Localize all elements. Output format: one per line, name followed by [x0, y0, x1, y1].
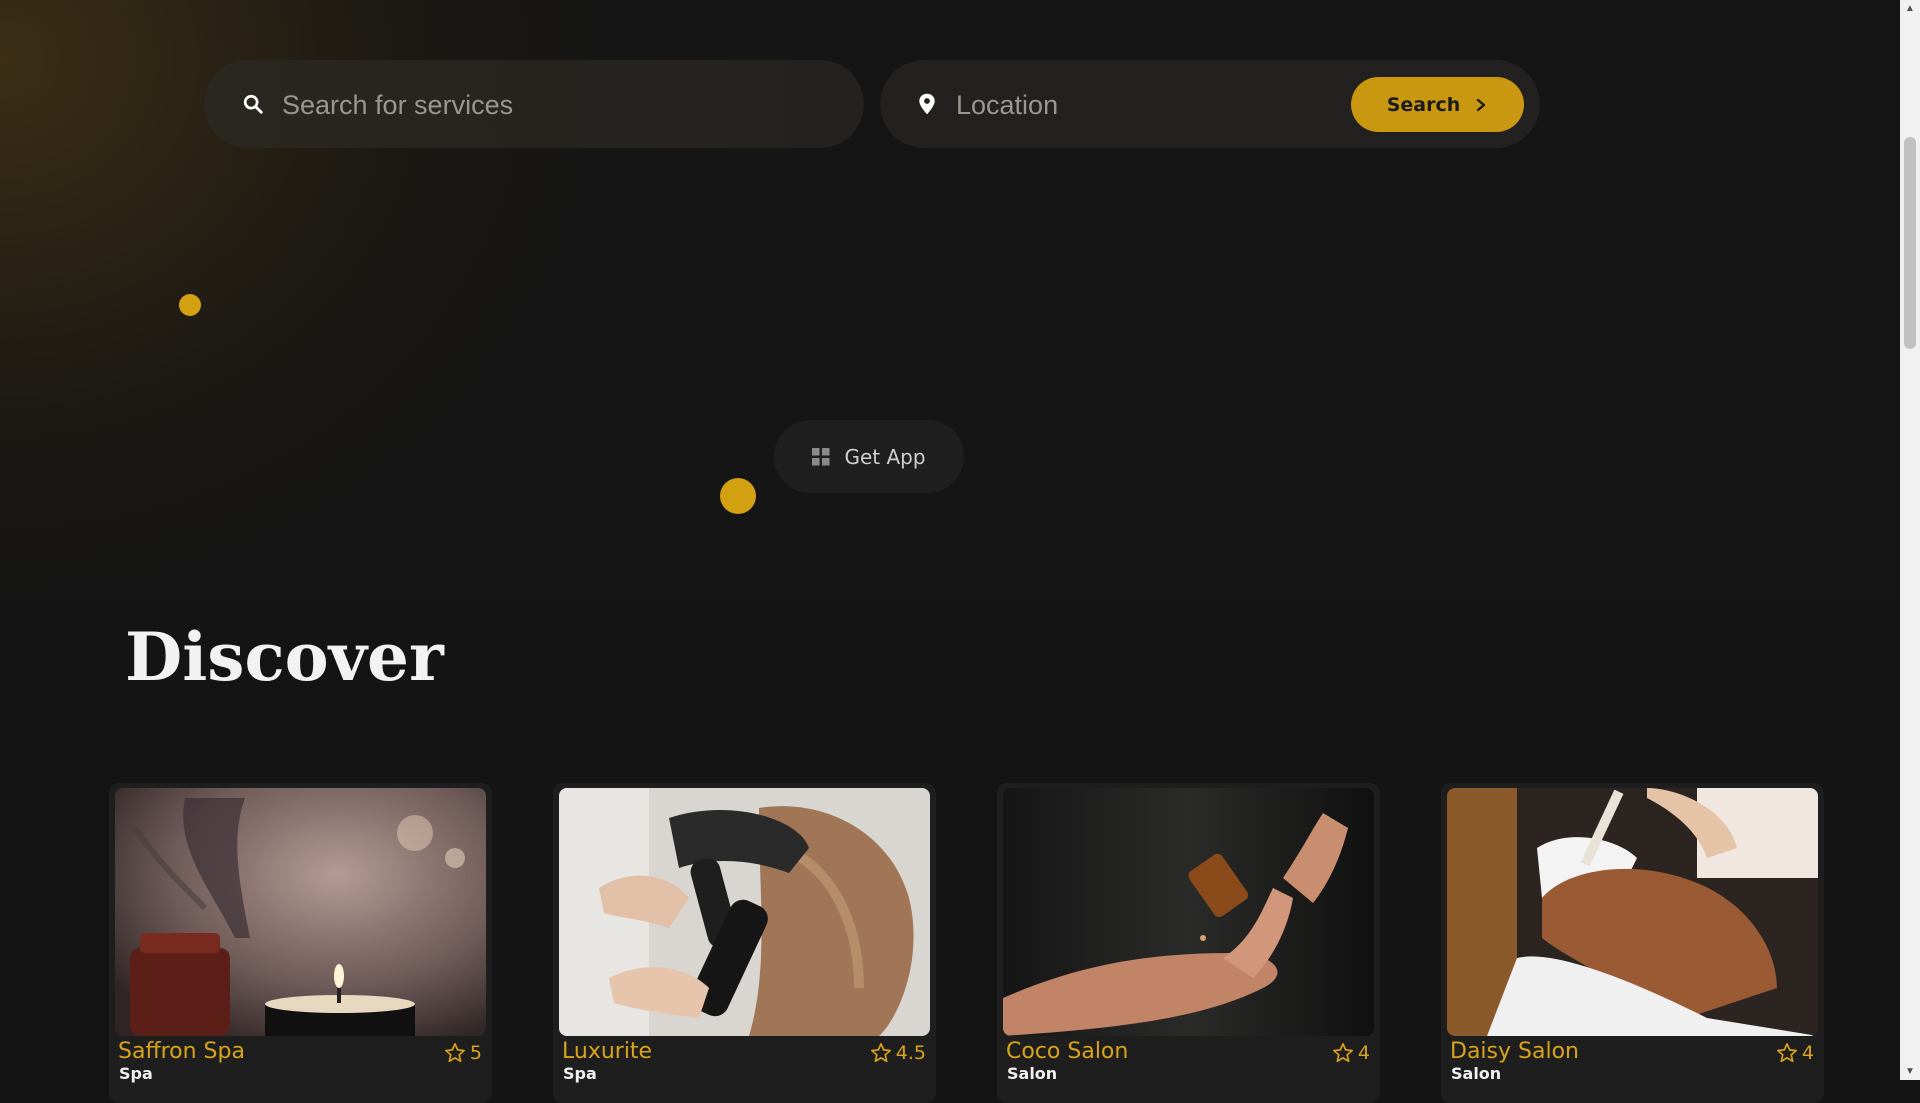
card-name: Saffron Spa	[118, 1039, 245, 1064]
candle-spa-photo	[115, 788, 486, 1036]
chevron-right-icon	[1477, 98, 1486, 111]
card-rating: 4	[1776, 1042, 1814, 1064]
oil-dropper-photo	[1003, 788, 1374, 1036]
card-rating-value: 4	[1357, 1042, 1370, 1064]
search-button-label: Search	[1386, 93, 1461, 116]
card-name: Luxurite	[562, 1039, 653, 1064]
location-pin-icon	[919, 93, 935, 115]
card-rating: 4	[1332, 1042, 1370, 1064]
hair-blowdry-photo	[559, 788, 930, 1036]
card-rating: 4.5	[870, 1042, 926, 1064]
star-outline-icon	[444, 1043, 465, 1063]
search-button[interactable]: Search	[1351, 77, 1524, 132]
card-name: Coco Salon	[1006, 1039, 1129, 1064]
discover-heading: Discover	[125, 618, 444, 696]
card-rating-value: 4	[1801, 1042, 1814, 1064]
venue-card-daisy-salon[interactable]: Daisy Salon Salon 4	[1441, 783, 1824, 1103]
card-rating-value: 5	[469, 1042, 482, 1064]
scroll-up-arrow-icon[interactable]: ▲	[1900, 0, 1920, 17]
card-category: Salon	[1451, 1064, 1502, 1083]
venue-card-coco-salon[interactable]: Coco Salon Salon 4	[997, 783, 1380, 1103]
scrollbar-thumb[interactable]	[1904, 137, 1916, 349]
card-rating-value: 4.5	[895, 1042, 926, 1064]
get-app-label: Get App	[844, 444, 926, 469]
page-scrollbar[interactable]: ▲ ▼	[1900, 0, 1920, 1080]
venue-card-luxurite[interactable]: Luxurite Spa 4.5	[553, 783, 936, 1103]
grid-icon	[812, 447, 830, 465]
card-rating: 5	[444, 1042, 482, 1064]
card-name: Daisy Salon	[1450, 1039, 1579, 1064]
location-input[interactable]	[954, 60, 1338, 150]
service-search-input[interactable]	[280, 60, 844, 150]
card-category: Salon	[1007, 1064, 1058, 1083]
location-search-bar: Search	[880, 60, 1540, 150]
star-outline-icon	[1332, 1043, 1353, 1063]
star-outline-icon	[1776, 1043, 1797, 1063]
scroll-down-arrow-icon[interactable]: ▼	[1900, 1063, 1920, 1080]
venue-card-saffron-spa[interactable]: Saffron Spa Spa 5	[109, 783, 492, 1103]
face-mask-photo	[1447, 788, 1818, 1036]
hero-section: Search Get App	[0, 0, 1900, 600]
star-outline-icon	[870, 1043, 891, 1063]
decorative-dot-small	[179, 294, 201, 316]
card-category: Spa	[119, 1064, 153, 1083]
service-search-bar	[204, 60, 864, 150]
decorative-dot-large	[720, 478, 756, 514]
search-icon	[243, 94, 263, 114]
card-category: Spa	[563, 1064, 597, 1083]
get-app-button[interactable]: Get App	[774, 420, 964, 493]
